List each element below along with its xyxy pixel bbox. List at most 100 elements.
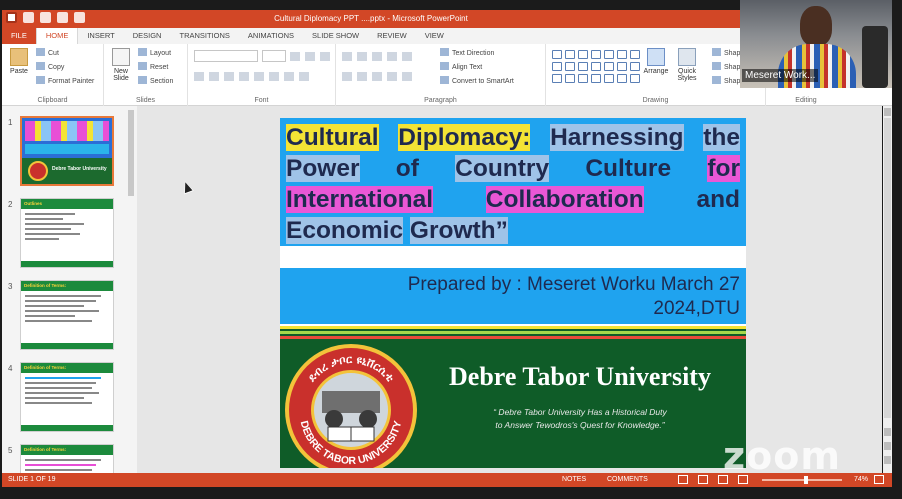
zoom-slider[interactable] <box>762 476 842 484</box>
format-painter-button[interactable]: Format Painter <box>36 76 94 85</box>
spacing-icon[interactable] <box>269 72 279 81</box>
normal-view-icon[interactable] <box>678 475 688 484</box>
fit-to-window-icon[interactable] <box>874 475 884 484</box>
copy-icon <box>36 62 45 70</box>
slide-thumbnail-3[interactable]: Definition of Terms: <box>20 280 114 350</box>
thumb-text-lines <box>25 459 109 473</box>
font-size-select[interactable] <box>262 50 286 62</box>
font-style-tools <box>194 72 309 81</box>
text-direction-button[interactable]: Text Direction <box>440 48 494 57</box>
tab-insert[interactable]: INSERT <box>78 28 123 44</box>
tab-slide-show[interactable]: SLIDE SHOW <box>303 28 368 44</box>
shape-fill-icon <box>712 48 721 56</box>
italic-icon[interactable] <box>209 72 219 81</box>
slide-title-word: Power <box>286 155 360 182</box>
scroll-down-icon[interactable] <box>884 428 891 436</box>
slide-thumbnail-2[interactable]: Outlines <box>20 198 114 268</box>
scissors-icon <box>36 48 45 56</box>
brush-icon <box>36 76 45 84</box>
thumb-footer <box>21 343 113 349</box>
paragraph-group: Text Direction Align Text Convert to Sma… <box>336 44 546 106</box>
grow-font-icon[interactable] <box>290 52 300 61</box>
tab-design[interactable]: DESIGN <box>124 28 171 44</box>
tab-animations[interactable]: ANIMATIONS <box>239 28 303 44</box>
previous-slide-icon[interactable] <box>884 442 891 450</box>
webcam-video: Meseret Work... <box>740 0 892 88</box>
align-left-icon[interactable] <box>342 72 352 81</box>
banner-stripe <box>280 326 746 329</box>
shape-outline-icon <box>712 62 721 70</box>
slide-title-word: Cultural <box>286 124 379 151</box>
title-placeholder[interactable]: Cultural Diplomacy: Harnessing the Power… <box>280 118 746 246</box>
slide-thumbnail-5[interactable]: Definition of Terms: <box>20 444 114 473</box>
quick-styles-button[interactable]: Quick Styles <box>672 48 702 82</box>
thumbnail-number: 1 <box>8 118 13 127</box>
university-seal-icon: ደብረ ታቦር ዩኒቨርሲቲ DEBRE TABOR UNIVERSITY <box>285 344 417 468</box>
notes-button[interactable]: NOTES <box>562 476 586 483</box>
slide-sorter-icon[interactable] <box>698 475 708 484</box>
reading-view-icon[interactable] <box>718 475 728 484</box>
slide-title-word: Harnessing <box>550 124 684 151</box>
shrink-font-icon[interactable] <box>305 52 315 61</box>
align-center-icon[interactable] <box>357 72 367 81</box>
thumb-text-lines <box>25 213 109 243</box>
scrollbar-thumb[interactable] <box>884 118 891 418</box>
shadow-icon[interactable] <box>254 72 264 81</box>
font-color-icon[interactable] <box>299 72 309 81</box>
section-button[interactable]: Section <box>138 76 173 85</box>
scroll-up-icon[interactable] <box>884 108 891 116</box>
increase-indent-icon[interactable] <box>387 52 397 61</box>
bullets-icon[interactable] <box>342 52 352 61</box>
slide-title: Cultural Diplomacy: Harnessing the Power… <box>286 122 741 246</box>
shape-effects-icon <box>712 76 721 84</box>
zoom-level[interactable]: 74% <box>854 476 868 483</box>
slide-thumbnail-1[interactable]: Debre Tabor University <box>20 116 114 186</box>
convert-smartart-button[interactable]: Convert to SmartArt <box>440 76 514 85</box>
comments-button[interactable]: COMMENTS <box>607 476 648 483</box>
tab-review[interactable]: REVIEW <box>368 28 416 44</box>
change-case-icon[interactable] <box>284 72 294 81</box>
thumb-text-lines <box>25 377 109 407</box>
zoom-slider-knob[interactable] <box>804 476 808 484</box>
clipboard-group: Paste Cut Copy Format Painter Clipboard <box>2 44 104 106</box>
clear-format-icon[interactable] <box>320 52 330 61</box>
numbering-icon[interactable] <box>357 52 367 61</box>
underline-icon[interactable] <box>224 72 234 81</box>
thumb-heading: Definition of Terms: <box>24 283 67 288</box>
slide-thumbnail-4[interactable]: Definition of Terms: <box>20 362 114 432</box>
layout-button[interactable]: Layout <box>138 48 171 57</box>
tab-file[interactable]: FILE <box>2 28 36 44</box>
copy-button[interactable]: Copy <box>36 62 64 71</box>
current-slide[interactable]: Cultural Diplomacy: Harnessing the Power… <box>280 118 746 468</box>
subtitle-placeholder[interactable]: Prepared by : Meseret Worku March 27 202… <box>280 268 746 324</box>
zoom-watermark: zoom <box>723 434 841 478</box>
align-text-button[interactable]: Align Text <box>440 62 482 71</box>
slide-title-word: for <box>707 155 740 182</box>
next-slide-icon[interactable] <box>884 456 891 464</box>
cut-button[interactable]: Cut <box>36 48 59 57</box>
tab-home[interactable]: HOME <box>35 28 79 44</box>
align-right-icon[interactable] <box>372 72 382 81</box>
columns-icon[interactable] <box>402 72 412 81</box>
bold-icon[interactable] <box>194 72 204 81</box>
slide-thumbnails-pane: 1 Debre Tabor University 2 Outlines 3 De… <box>2 106 137 473</box>
shapes-gallery[interactable] <box>552 50 640 83</box>
decrease-indent-icon[interactable] <box>372 52 382 61</box>
tab-view[interactable]: VIEW <box>416 28 453 44</box>
drawing-group: Arrange Quick Styles Shape F Shape O Sha… <box>546 44 766 106</box>
strikethrough-icon[interactable] <box>239 72 249 81</box>
line-spacing-icon[interactable] <box>402 52 412 61</box>
thumbnail-number: 3 <box>8 282 13 291</box>
tab-transitions[interactable]: TRANSITIONS <box>170 28 238 44</box>
participant-name: Meseret Work... <box>742 69 819 82</box>
new-slide-button[interactable]: New Slide <box>108 48 134 82</box>
font-family-select[interactable] <box>194 50 258 62</box>
thumbnails-scrollbar[interactable] <box>128 110 134 196</box>
reset-button[interactable]: Reset <box>138 62 168 71</box>
thumbnail-number: 5 <box>8 446 13 455</box>
arrange-button[interactable]: Arrange <box>640 48 672 75</box>
justify-icon[interactable] <box>387 72 397 81</box>
slideshow-view-icon[interactable] <box>738 475 748 484</box>
editor-scrollbar[interactable] <box>883 106 892 473</box>
paste-button[interactable]: Paste <box>6 48 32 75</box>
